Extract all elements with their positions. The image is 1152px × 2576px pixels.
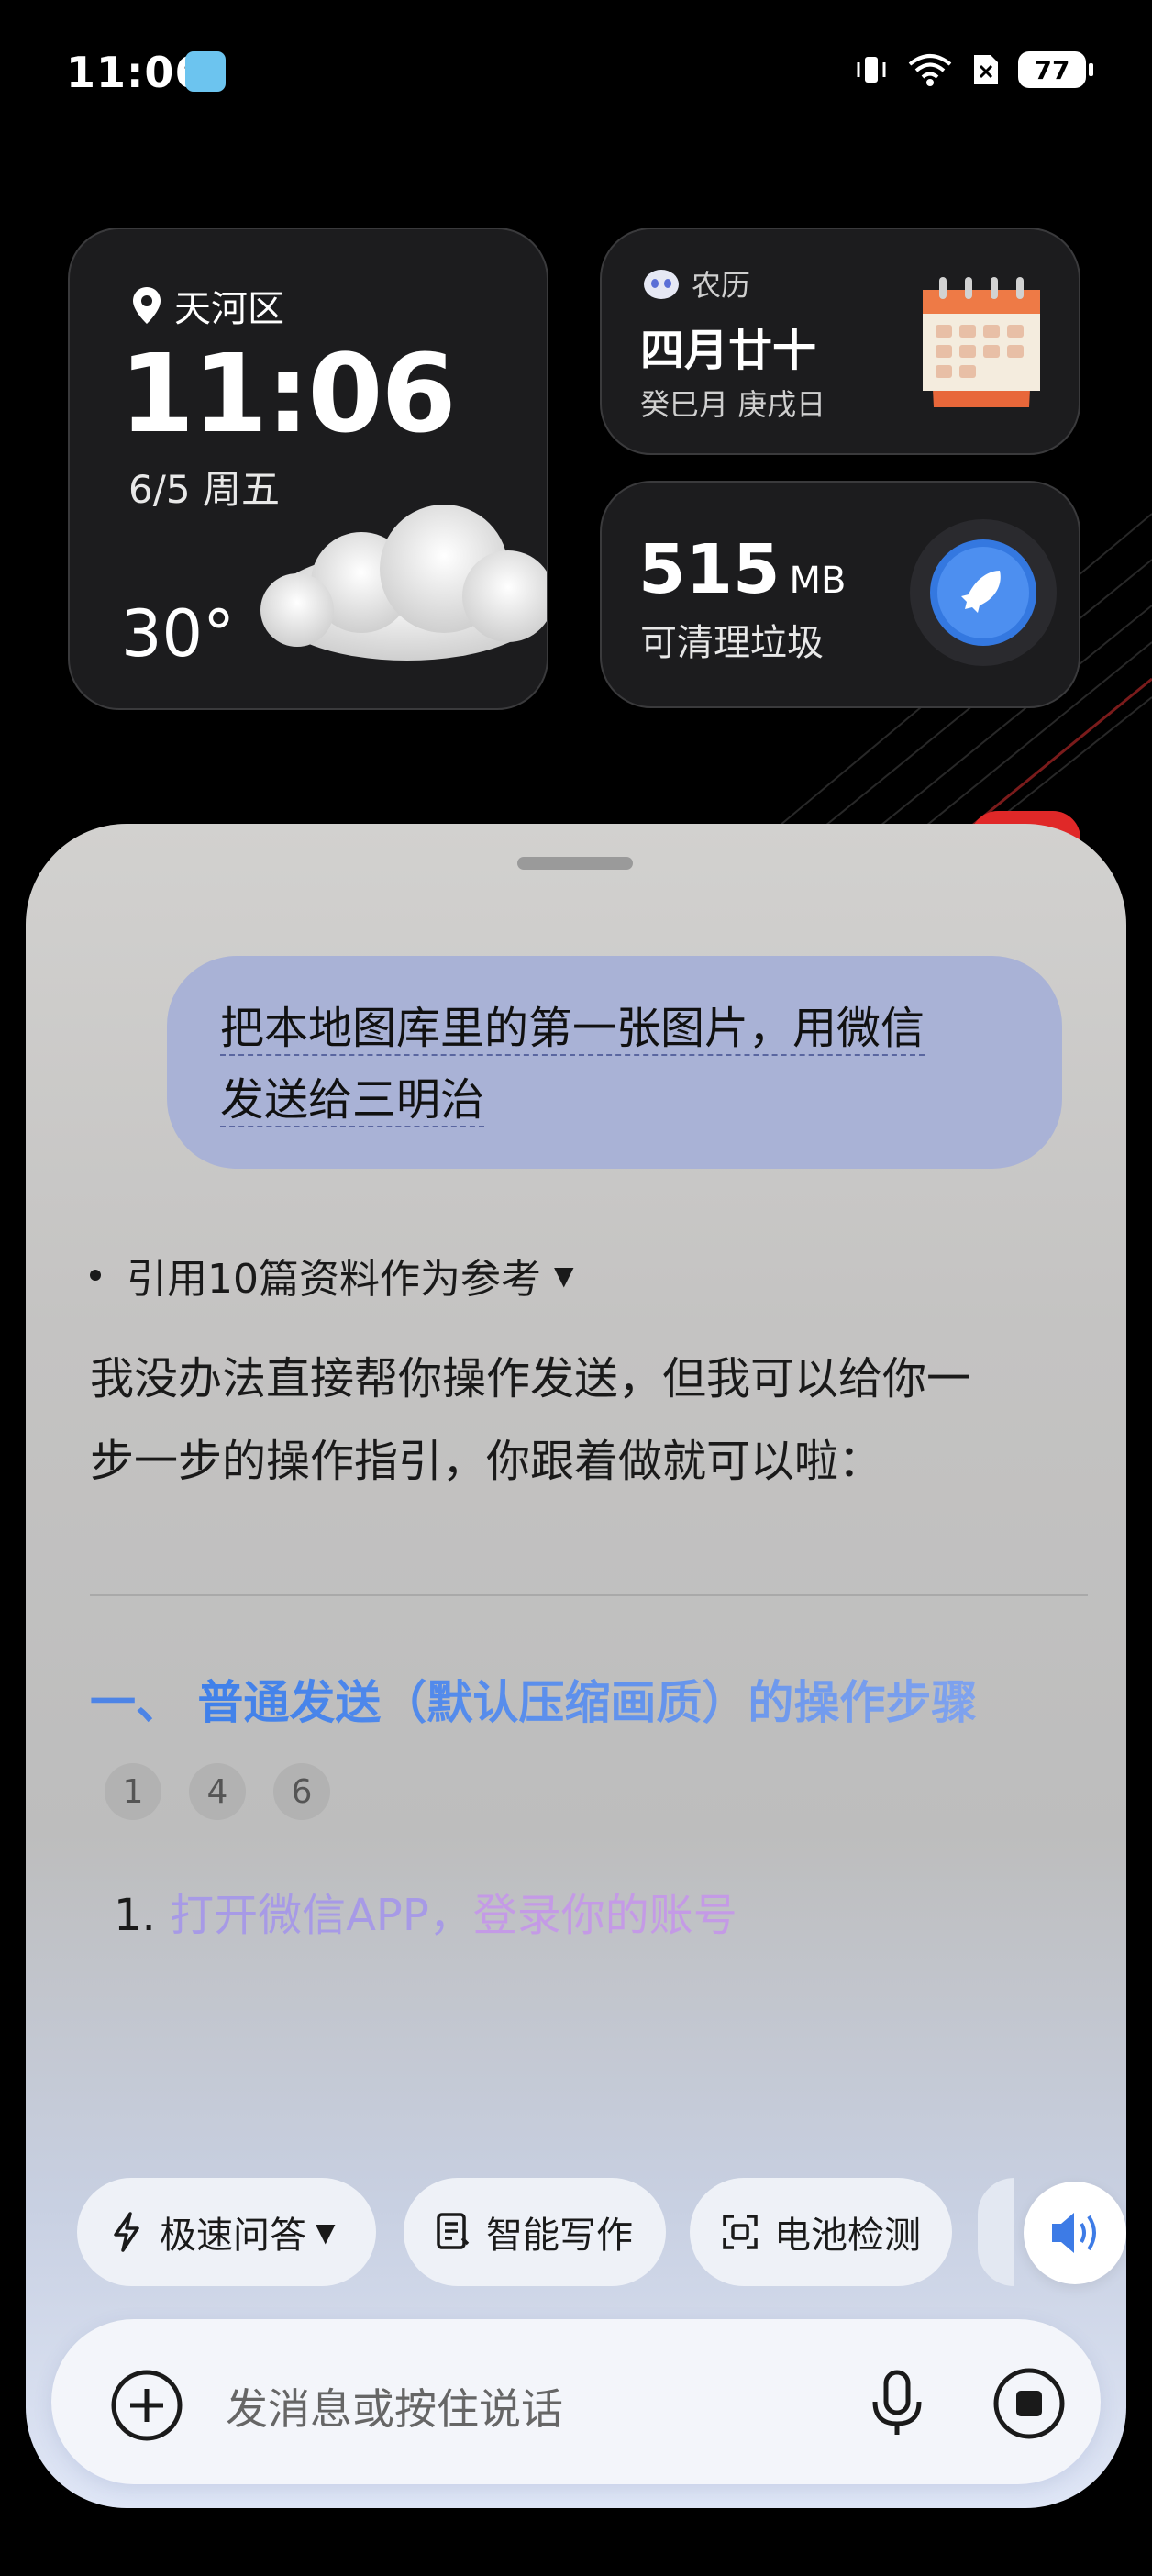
junk-amount: 515 xyxy=(638,530,781,609)
weather-temperature: 30° xyxy=(121,596,236,672)
location-pin-icon xyxy=(133,287,161,324)
citation-badge[interactable]: 1 xyxy=(105,1763,161,1820)
user-message-line-1: 把本地图库里的第一张图片，用微信 xyxy=(220,1003,925,1056)
step-item: 1. 打开微信APP，登录你的账号 xyxy=(114,1879,737,1943)
junk-amount-row: 515 MB xyxy=(638,530,846,609)
scan-icon xyxy=(721,2213,759,2251)
weather-clock: 11:06 xyxy=(119,330,457,457)
quick-action-chips: 极速问答 ▼ 智能写作 电池检测 xyxy=(51,2178,1126,2292)
junk-cleaner-widget[interactable]: 515 MB 可清理垃圾 xyxy=(600,481,1080,708)
divider xyxy=(90,1594,1088,1596)
rocket-clean-button[interactable] xyxy=(901,510,1066,675)
speaker-icon xyxy=(1052,2213,1096,2253)
message-input-placeholder[interactable]: 发消息或按住说话 xyxy=(226,2376,563,2437)
smart-write-chip[interactable]: 智能写作 xyxy=(404,2178,666,2286)
assistant-answer: 我没办法直接帮你操作发送，但我可以给你一 步一步的操作指引，你跟着做就可以啦： xyxy=(90,1338,1080,1503)
user-message-line-2: 发送给三明治 xyxy=(220,1074,485,1127)
citation-badge[interactable]: 6 xyxy=(273,1763,330,1820)
caret-down-icon: ▼ xyxy=(554,1260,574,1291)
bullet-dot xyxy=(90,1270,101,1281)
answer-line-2: 步一步的操作指引，你跟着做就可以啦： xyxy=(90,1436,883,1487)
assistant-panel: 把本地图库里的第一张图片，用微信 发送给三明治 引用10篇资料作为参考 ▼ 我没… xyxy=(26,824,1126,2508)
fast-qa-label: 极速问答 xyxy=(160,2215,306,2257)
ganzhi-date: 癸巳月 庚戌日 xyxy=(640,387,826,422)
cloud-icon xyxy=(260,505,547,661)
voice-output-button[interactable] xyxy=(1024,2182,1126,2284)
no-sim-icon xyxy=(974,55,998,84)
junk-unit: MB xyxy=(789,560,847,602)
junk-label: 可清理垃圾 xyxy=(640,622,824,664)
vibrate-icon xyxy=(857,57,886,83)
section-prefix: 一、 xyxy=(90,1676,182,1729)
weather-location: 天河区 xyxy=(174,288,284,330)
document-edit-icon xyxy=(435,2211,471,2253)
dropdown-caret-icon: ▼ xyxy=(316,2216,336,2248)
message-input-bar[interactable]: 发消息或按住说话 xyxy=(51,2319,1101,2484)
drag-handle[interactable] xyxy=(517,857,633,870)
status-time: 11:06 xyxy=(66,48,205,97)
calendar-label: 农历 xyxy=(692,268,751,303)
reference-text: 引用10篇资料作为参考 xyxy=(127,1256,541,1303)
fast-qa-chip[interactable]: 极速问答 ▼ xyxy=(77,2178,376,2286)
microphone-icon[interactable] xyxy=(858,2365,936,2442)
section-heading: 一、 普通发送（默认压缩画质）的操作步骤 xyxy=(90,1666,977,1732)
reader-app-icon xyxy=(185,51,226,92)
citation-list: 1 4 6 xyxy=(105,1763,330,1820)
lightning-icon xyxy=(108,2211,145,2253)
lunar-calendar-widget[interactable]: 农历 四月廿十 癸巳月 庚戌日 xyxy=(600,228,1080,455)
mascot-icon xyxy=(644,270,679,299)
battery-check-label: 电池检测 xyxy=(774,2215,921,2257)
add-attachment-icon[interactable] xyxy=(108,2367,185,2444)
wifi-icon xyxy=(908,54,952,86)
step-text-a: 打开微信APP， xyxy=(170,1890,473,1941)
answer-line-1: 我没办法直接帮你操作发送，但我可以给你一 xyxy=(90,1353,971,1405)
calendar-label-row: 农历 xyxy=(642,262,750,305)
status-bar: 11:06 77 xyxy=(66,37,1093,110)
more-chip-partial[interactable] xyxy=(978,2178,1014,2286)
step-text-b: 登录你的账号 xyxy=(472,1890,737,1941)
battery-icon: 77 xyxy=(1018,51,1093,88)
section-title: 普通发送（默认压缩画质）的操作步骤 xyxy=(197,1676,978,1729)
calendar-icon xyxy=(923,277,1040,407)
lunar-date: 四月廿十 xyxy=(640,325,817,376)
reference-toggle[interactable]: 引用10篇资料作为参考 ▼ xyxy=(90,1246,574,1305)
stop-icon[interactable] xyxy=(991,2365,1068,2442)
location-row: 天河区 xyxy=(130,279,284,332)
user-message-text: 把本地图库里的第一张图片，用微信 发送给三明治 xyxy=(220,993,1027,1136)
weather-widget[interactable]: 天河区 11:06 6/5 周五 30° xyxy=(68,228,548,710)
step-number: 1. xyxy=(114,1890,156,1941)
user-message-bubble: 把本地图库里的第一张图片，用微信 发送给三明治 xyxy=(167,956,1062,1169)
citation-badge[interactable]: 4 xyxy=(189,1763,246,1820)
battery-check-chip[interactable]: 电池检测 xyxy=(690,2178,952,2286)
smart-write-label: 智能写作 xyxy=(486,2215,633,2257)
